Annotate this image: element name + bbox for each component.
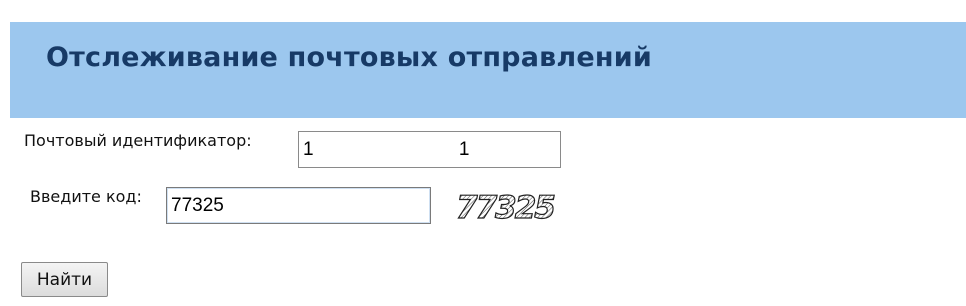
page-title: Отслеживание почтовых отправлений [46, 42, 652, 73]
code-input[interactable] [166, 187, 431, 224]
tracking-id-label: Почтовый идентификатор: [24, 131, 252, 150]
code-label: Введите код: [30, 187, 142, 206]
search-button[interactable]: Найти [21, 262, 108, 297]
captcha-image: 77325 [455, 189, 556, 226]
captcha-text: 77325 [456, 190, 554, 226]
tracking-id-input[interactable] [298, 131, 561, 168]
header-banner: Отслеживание почтовых отправлений [10, 22, 966, 118]
